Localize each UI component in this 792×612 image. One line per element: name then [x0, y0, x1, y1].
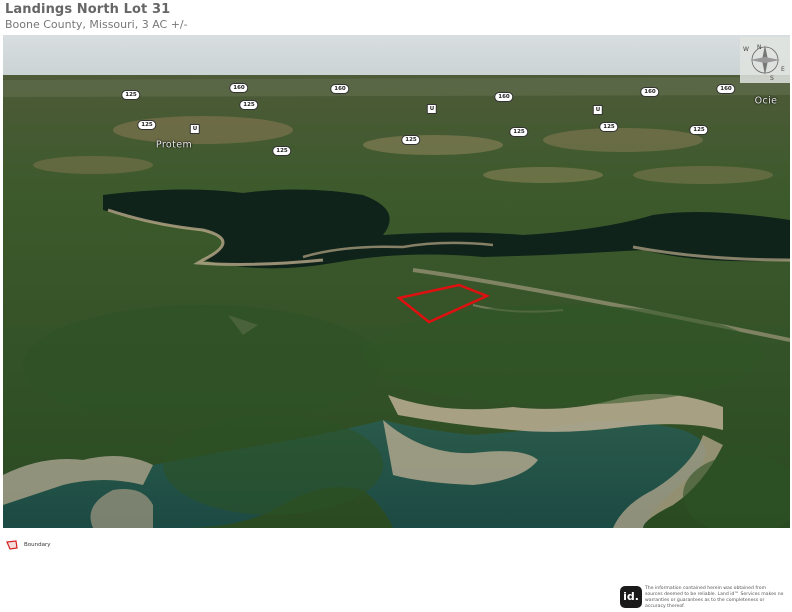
route-shield: 160: [716, 84, 736, 94]
map-header: Landings North Lot 31 Boone County, Miss…: [5, 2, 188, 31]
route-shield: 160: [229, 83, 249, 93]
landid-logo: id.: [620, 586, 642, 608]
route-shield: 125: [599, 122, 619, 132]
route-shield: 125: [401, 135, 421, 145]
place-label-ocie: Ocie: [754, 95, 778, 107]
disclaimer-text: The information contained herein was obt…: [645, 586, 784, 609]
legend-label-boundary: Boundary: [24, 542, 51, 548]
route-shield: U: [426, 104, 438, 114]
map-legend: Boundary: [6, 540, 51, 550]
route-shield: U: [189, 124, 201, 134]
route-shield: 125: [121, 90, 141, 100]
compass-east: E: [781, 66, 785, 73]
compass-south: S: [770, 75, 774, 82]
route-shield: 125: [272, 146, 292, 156]
place-label-protem: Protem: [155, 139, 193, 151]
route-shield: 160: [330, 84, 350, 94]
aerial-map[interactable]: 125 160 160 125 125 U U 160 U 160 160 12…: [3, 35, 790, 528]
terrain-imagery: [3, 35, 790, 528]
compass-west: W: [743, 46, 749, 53]
boundary-legend-icon: [6, 540, 18, 550]
route-shield: 160: [640, 87, 660, 97]
route-shield: 125: [509, 127, 529, 137]
page-title: Landings North Lot 31: [5, 2, 171, 17]
route-shield: 160: [494, 92, 514, 102]
compass-rose-icon[interactable]: N E S W: [740, 37, 790, 83]
route-shield: U: [592, 105, 604, 115]
page-subtitle: Boone County, Missouri, 3 AC +/-: [5, 18, 188, 31]
route-shield: 125: [137, 120, 157, 130]
route-shield: 125: [239, 100, 259, 110]
compass-north: N: [757, 44, 762, 51]
route-shield: 125: [689, 125, 709, 135]
